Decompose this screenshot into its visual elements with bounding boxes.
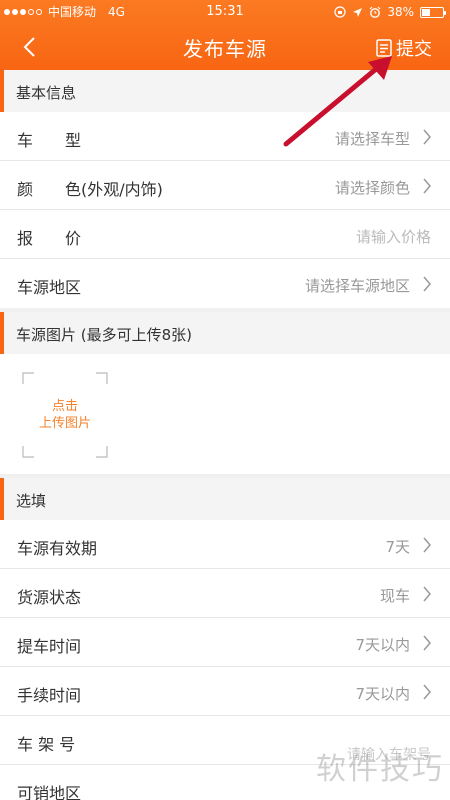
section-title: 选填 [16, 492, 47, 510]
section-basic-info: 基本信息 [0, 70, 450, 112]
row-label: 车源地区 [17, 278, 82, 297]
row-value: 现车 [379, 587, 410, 605]
upload-line2: 上传图片 [38, 416, 91, 431]
chevron-right-icon [423, 276, 431, 292]
row-pickup-time[interactable]: 提车时间 7天以内 [0, 618, 450, 667]
section-title: 车源图片 (最多可上传8张) [16, 326, 193, 344]
row-value: 请选择车源地区 [304, 277, 410, 295]
upload-line1: 点击 [51, 399, 78, 414]
row-label: 手续时间 [17, 686, 82, 705]
document-icon [376, 39, 392, 57]
top-bar: 中国移动 4G 15:31 38% 发布车源 提交 [0, 0, 450, 70]
nav-bar: 发布车源 提交 [0, 24, 450, 70]
row-color[interactable]: 颜 色(外观/内饰) 请选择颜色 [0, 161, 450, 210]
row-value: 7天以内 [355, 685, 410, 703]
photo-upload-area: 点击 上传图片 [0, 354, 450, 474]
row-value: 请选择车型 [334, 130, 410, 148]
row-value: 7天以内 [355, 636, 410, 654]
section-optional: 选填 [0, 478, 450, 520]
alarm-icon [369, 6, 381, 18]
chevron-right-icon [423, 586, 431, 602]
row-label: 货源状态 [17, 588, 82, 607]
price-input[interactable]: 请输入价格 [356, 226, 431, 247]
row-stock-status[interactable]: 货源状态 现车 [0, 569, 450, 618]
location-icon [353, 7, 363, 17]
row-value: 请选择颜色 [334, 179, 410, 197]
row-validity[interactable]: 车源有效期 7天 [0, 520, 450, 569]
chevron-right-icon [423, 537, 431, 553]
row-label: 颜 色(外观/内饰) [17, 180, 163, 199]
row-region[interactable]: 车源地区 请选择车源地区 [0, 259, 450, 308]
row-car-model[interactable]: 车 型 请选择车型 [0, 112, 450, 161]
upload-photo-button[interactable]: 点击 上传图片 [22, 398, 108, 432]
row-value: 7天 [385, 538, 410, 556]
row-price[interactable]: 报 价 请输入价格 [0, 210, 450, 259]
row-paperwork-time[interactable]: 手续时间 7天以内 [0, 667, 450, 716]
row-label: 提车时间 [17, 637, 82, 656]
battery-percent: 38% [387, 5, 414, 19]
chevron-right-icon [423, 129, 431, 145]
battery-icon [420, 6, 446, 18]
row-label: 报 价 [17, 229, 82, 248]
section-title: 基本信息 [16, 84, 77, 102]
chevron-right-icon [423, 178, 431, 194]
chevron-right-icon [423, 635, 431, 651]
status-bar: 中国移动 4G 15:31 38% [0, 0, 450, 24]
form-content: 基本信息 车 型 请选择车型 颜 色(外观/内饰) 请选择颜色 报 价 请输入价… [0, 70, 450, 800]
watermark: 软件技巧 [316, 752, 444, 787]
section-photos: 车源图片 (最多可上传8张) [0, 312, 450, 354]
row-label: 车 架 号 [17, 735, 76, 754]
chevron-right-icon [423, 684, 431, 700]
row-label: 车 型 [17, 131, 82, 150]
submit-label: 提交 [396, 39, 432, 60]
submit-button[interactable]: 提交 [375, 35, 432, 61]
row-label: 车源有效期 [17, 539, 98, 558]
rotation-lock-icon [334, 6, 346, 18]
row-label: 可销地区 [17, 784, 82, 800]
